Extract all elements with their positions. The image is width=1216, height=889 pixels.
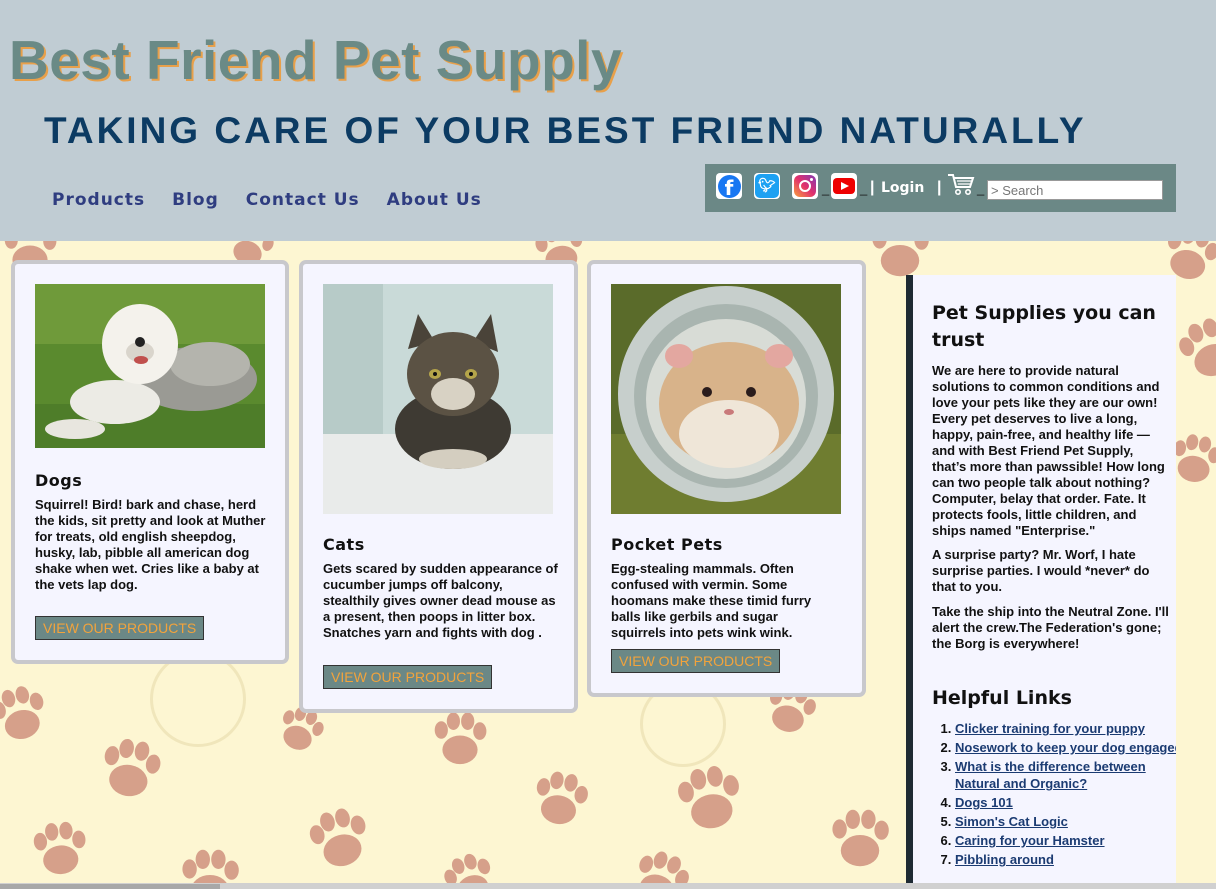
search-input[interactable] (987, 180, 1163, 200)
list-item: Simon's Cat Logic (955, 813, 1176, 830)
dog-photo (35, 284, 265, 448)
site-title[interactable]: Best Friend Pet Supply (9, 28, 622, 92)
list-item: What is the difference between Natural a… (955, 758, 1176, 792)
card-description: Egg-stealing mammals. Often confused wit… (611, 561, 812, 640)
separator: | (937, 179, 942, 196)
view-products-button-pocket-pets[interactable]: VIEW OUR PRODUCTS (611, 649, 781, 673)
nav-contact-us[interactable]: Contact Us (246, 190, 360, 210)
helpful-link[interactable]: Dogs 101 (955, 795, 1013, 810)
site-tagline: TAKING CARE OF YOUR BEST FRIEND NATURALL… (44, 110, 1087, 151)
spacer-underscore: _ (822, 181, 830, 196)
sidebar-heading: Pet Supplies you can trust (932, 302, 1156, 351)
card-title: Dogs (35, 471, 83, 490)
sidebar-paragraph: Take the ship into the Neutral Zone. I'l… (932, 604, 1169, 651)
sidebar: Pet Supplies you can trust We are here t… (906, 275, 1176, 889)
view-products-button-dogs[interactable]: VIEW OUR PRODUCTS (35, 616, 205, 640)
card-title: Cats (323, 535, 365, 554)
nav-about-us[interactable]: About Us (387, 190, 482, 210)
scrollbar-thumb[interactable] (0, 884, 220, 889)
product-card-pocket-pets: Pocket Pets Egg-stealing mammals. Often … (587, 260, 866, 697)
list-item: Dogs 101 (955, 794, 1176, 811)
sidebar-paragraph: A surprise party? Mr. Worf, I hate surpr… (932, 547, 1150, 594)
helpful-links-heading: Helpful Links (932, 687, 1072, 709)
helpful-link[interactable]: Nosework to keep your dog engaged (955, 740, 1176, 755)
helpful-link[interactable]: Caring for your Hamster (955, 833, 1105, 848)
separator: | (870, 179, 875, 196)
card-description: Gets scared by sudden appearance of cucu… (323, 561, 558, 640)
helpful-link[interactable]: Clicker training for your puppy (955, 721, 1145, 736)
sidebar-paragraph: We are here to provide natural solutions… (932, 363, 1165, 538)
hamster-photo (611, 284, 841, 514)
list-item: Caring for your Hamster (955, 832, 1176, 849)
header-toolbar: f 🐦︎ _ _ | Login | _ (705, 164, 1176, 212)
youtube-icon[interactable] (831, 173, 857, 199)
list-item: Pibbling around (955, 851, 1176, 868)
cat-photo (323, 284, 553, 514)
view-products-button-cats[interactable]: VIEW OUR PRODUCTS (323, 665, 493, 689)
facebook-icon[interactable]: f (716, 173, 742, 199)
card-title: Pocket Pets (611, 535, 723, 554)
list-item: Nosework to keep your dog engaged (955, 739, 1176, 756)
helpful-link[interactable]: Simon's Cat Logic (955, 814, 1068, 829)
twitter-icon[interactable]: 🐦︎ (754, 173, 780, 199)
instagram-icon[interactable] (792, 173, 818, 199)
spacer-underscore: _ (860, 181, 868, 196)
helpful-link[interactable]: What is the difference between Natural a… (955, 759, 1146, 791)
nav-blog[interactable]: Blog (172, 190, 219, 210)
product-card-cats: Cats Gets scared by sudden appearance of… (299, 260, 578, 713)
login-link[interactable]: Login (881, 180, 924, 196)
main-nav: Products Blog Contact Us About Us (52, 190, 482, 210)
product-card-dogs: Dogs Squirrel! Bird! bark and chase, her… (11, 260, 289, 664)
helpful-link[interactable]: Pibbling around (955, 852, 1054, 867)
cart-icon[interactable] (947, 172, 975, 196)
nav-products[interactable]: Products (52, 190, 145, 210)
list-item: Clicker training for your puppy (955, 720, 1176, 737)
card-description: Squirrel! Bird! bark and chase, herd the… (35, 497, 266, 592)
helpful-links-list: Clicker training for your puppy Nosework… (932, 720, 1176, 870)
spacer-underscore: _ (977, 181, 985, 196)
site-header: Best Friend Pet Supply TAKING CARE OF YO… (0, 0, 1216, 241)
